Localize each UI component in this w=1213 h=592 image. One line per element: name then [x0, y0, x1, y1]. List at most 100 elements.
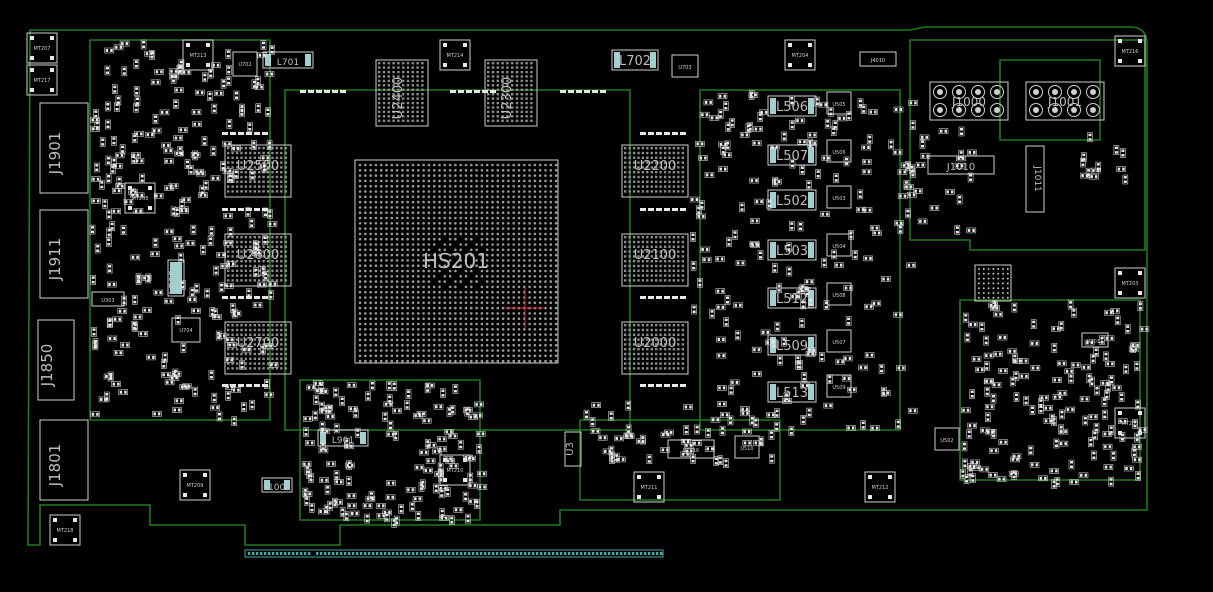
- passive-component: [723, 458, 729, 469]
- passive-component: [861, 168, 872, 175]
- passive-component: [105, 101, 111, 112]
- passive-component: [419, 449, 429, 456]
- passive-component: [211, 392, 218, 403]
- decoupling-cap: [672, 384, 678, 387]
- passive-component: [929, 205, 940, 211]
- svg-text:MT217: MT217: [34, 78, 51, 84]
- svg-text:U503: U503: [832, 196, 845, 202]
- passive-component: [175, 315, 181, 325]
- passive-component: [863, 255, 874, 262]
- passive-component: [111, 208, 121, 215]
- passive-component: [139, 173, 145, 184]
- passive-component: [717, 93, 728, 99]
- passive-component: [715, 304, 726, 311]
- passive-component: [1116, 166, 1126, 172]
- passive-component: [824, 118, 831, 129]
- passive-component: [476, 444, 482, 455]
- passive-component: [880, 276, 891, 282]
- passive-component: [906, 192, 917, 198]
- passive-component: [120, 225, 127, 235]
- svg-text:U504: U504: [832, 244, 845, 250]
- passive-component: [202, 72, 208, 83]
- memory-chip-u2700: U2700: [224, 321, 292, 375]
- passive-component: [222, 141, 232, 147]
- passive-component: [112, 316, 123, 323]
- passive-component: [1078, 472, 1089, 479]
- passive-component: [861, 144, 872, 151]
- svg-text:MT211: MT211: [641, 485, 658, 491]
- passive-component: [1120, 148, 1126, 158]
- decoupling-cap: [656, 296, 662, 299]
- passive-component: [161, 371, 171, 378]
- passive-component: [1070, 362, 1081, 368]
- header-j4010: J4010: [859, 51, 897, 67]
- passive-component: [107, 281, 117, 288]
- passive-component: [820, 211, 830, 217]
- passive-component: [804, 278, 815, 285]
- passive-component: [1059, 409, 1065, 420]
- passive-component: [993, 351, 1003, 357]
- passive-component: [968, 321, 978, 328]
- passive-component: [439, 508, 446, 519]
- decoupling-cap: [254, 132, 260, 135]
- passive-component: [474, 401, 484, 408]
- svg-text:L503: L503: [776, 244, 808, 259]
- passive-component: [960, 468, 966, 479]
- passive-component: [768, 453, 775, 464]
- passive-component: [199, 185, 206, 196]
- decoupling-cap: [262, 296, 268, 299]
- passive-component: [99, 137, 106, 147]
- decoupling-cap: [656, 208, 662, 211]
- passive-component: [467, 482, 478, 489]
- passive-component: [1110, 450, 1117, 461]
- passive-component: [861, 159, 872, 165]
- passive-component: [990, 393, 997, 404]
- memory-chip-u2400: U2400: [375, 59, 429, 127]
- passive-component: [983, 335, 990, 346]
- passive-component: [1102, 409, 1108, 420]
- passive-component: [362, 502, 373, 509]
- passive-component: [415, 511, 422, 521]
- passive-component: [313, 394, 320, 405]
- passive-component: [405, 486, 416, 493]
- passive-component: [751, 346, 762, 353]
- decoupling-cap: [560, 90, 566, 93]
- memory-chip-u2100: U2100: [621, 233, 689, 287]
- passive-component: [116, 176, 123, 187]
- passive-component: [309, 502, 315, 513]
- decoupling-cap: [254, 296, 260, 299]
- passive-component: [386, 480, 396, 486]
- svg-text:L1002: L1002: [263, 483, 291, 493]
- passive-component: [1091, 450, 1097, 461]
- passive-component: [896, 365, 906, 371]
- passive-component: [919, 139, 926, 149]
- passive-component: [739, 202, 745, 213]
- mount-hole-mt211: MT211: [633, 471, 665, 503]
- passive-component: [836, 115, 847, 122]
- passive-component: [462, 491, 469, 502]
- passive-component: [416, 410, 427, 417]
- decoupling-cap: [664, 132, 670, 135]
- passive-component: [423, 467, 433, 474]
- passive-component: [1094, 385, 1100, 396]
- passive-component: [208, 370, 215, 380]
- svg-text:L512: L512: [776, 292, 808, 307]
- passive-component: [231, 416, 237, 427]
- passive-component: [969, 389, 976, 399]
- passive-component: [754, 198, 765, 205]
- chip-u3: U3: [564, 431, 582, 467]
- passive-component: [392, 407, 402, 414]
- passive-component: [860, 420, 867, 430]
- passive-component: [1081, 364, 1091, 371]
- decoupling-cap: [672, 132, 678, 135]
- passive-component: [807, 132, 818, 138]
- svg-text:MT212: MT212: [872, 485, 889, 491]
- passive-component: [174, 87, 184, 93]
- passive-component: [597, 434, 608, 441]
- passive-component: [326, 404, 333, 415]
- svg-text:J1850: J1850: [38, 344, 56, 388]
- mount-hole-mt217: MT217: [26, 64, 58, 96]
- passive-component: [1082, 415, 1089, 426]
- passive-component: [339, 396, 346, 406]
- passive-component: [777, 355, 783, 366]
